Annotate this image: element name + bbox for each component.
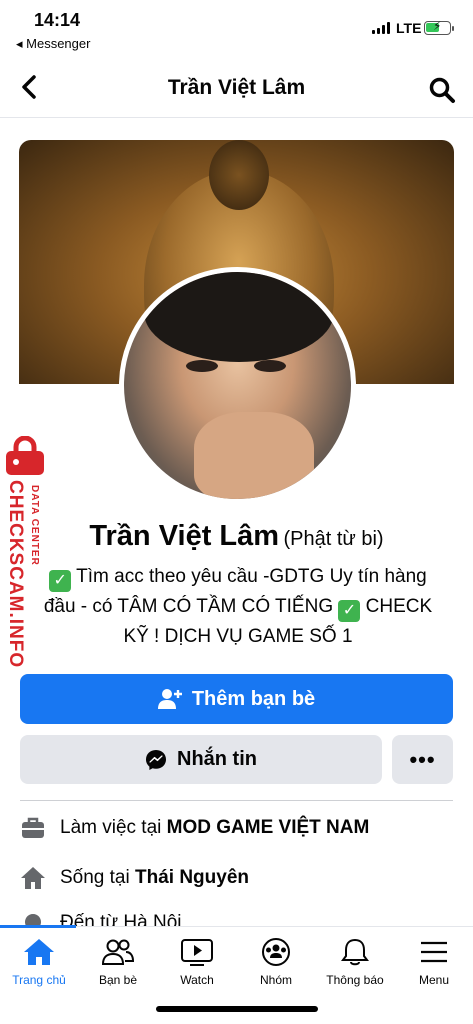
avatar-eye-left — [186, 360, 218, 372]
hometown-prefix: Đến từ — [60, 912, 124, 926]
profile-bio: ✓ Tìm acc theo yêu cầu -GDTG Uy tín hàng… — [20, 562, 456, 652]
bio-line-3: KỸ ! DỊCH VỤ GAME SỐ 1 — [123, 626, 353, 647]
search-icon[interactable] — [428, 76, 456, 104]
add-friend-icon — [157, 689, 182, 709]
tab-menu[interactable]: Menu — [395, 937, 473, 997]
tab-watch-label: Watch — [180, 973, 214, 987]
bio-line-2-end: CHECK — [360, 596, 433, 617]
work-info-row: Làm việc tại MOD GAME VIỆT NAM — [20, 813, 369, 843]
tab-home-label: Trang chủ — [12, 973, 66, 987]
profile-avatar[interactable] — [119, 267, 356, 504]
tab-notifications[interactable]: Thông báo — [316, 937, 394, 997]
bio-line-1: Tìm acc theo yêu cầu -GDTG Uy tín hàng — [71, 566, 427, 587]
hometown-value[interactable]: Hà Nội — [123, 912, 181, 926]
cover-buddha-crown — [209, 140, 269, 210]
home-icon — [24, 939, 54, 965]
add-friend-button[interactable]: Thêm bạn bè — [20, 674, 453, 724]
profile-name: Trần Việt Lâm (Phật từ bi) — [0, 520, 473, 553]
residence-info-row: Sống tại Thái Nguyên — [20, 863, 249, 893]
tab-menu-label: Menu — [418, 973, 450, 987]
page-title: Trần Việt Lâm — [167, 76, 306, 99]
residence-value[interactable]: Thái Nguyên — [135, 867, 249, 888]
profile-alt-name: (Phật từ bi) — [283, 528, 384, 550]
avatar-eye-right — [254, 360, 286, 372]
watch-icon — [181, 939, 213, 966]
residence-prefix: Sống tại — [60, 867, 135, 888]
status-bar: 14:14 ◂ Messenger LTE ⚡ — [0, 0, 473, 56]
work-prefix: Làm việc tại — [60, 817, 167, 838]
avatar-hair — [144, 272, 334, 362]
check-mark-icon: ✓ — [49, 570, 72, 592]
back-to-messenger-link[interactable]: ◂ Messenger — [16, 36, 90, 52]
profile-name-main: Trần Việt Lâm — [89, 520, 280, 552]
section-divider — [20, 800, 453, 801]
check-mark-icon: ✓ — [338, 600, 361, 622]
home-icon — [21, 867, 45, 889]
location-icon — [25, 914, 41, 926]
add-friend-label: Thêm bạn bè — [191, 687, 316, 710]
bio-line-2: đầu - có TÂM CÓ TẦM CÓ TIẾNG — [43, 596, 339, 617]
hometown-info-row: Đến từ Hà Nội — [20, 912, 182, 926]
signal-icon — [372, 22, 390, 34]
tab-groups[interactable]: Nhóm — [237, 937, 315, 997]
avatar-hand — [194, 412, 314, 499]
tab-groups-label: Nhóm — [259, 973, 292, 987]
menu-icon — [421, 941, 447, 963]
network-label: LTE — [396, 20, 422, 36]
tab-home[interactable]: Trang chủ — [0, 937, 78, 997]
friends-icon — [101, 939, 135, 965]
active-tab-indicator — [0, 925, 76, 928]
more-options-button[interactable]: ••• — [392, 735, 453, 784]
lock-icon — [2, 435, 48, 476]
bell-icon — [341, 938, 369, 966]
home-indicator[interactable] — [156, 1006, 318, 1012]
tab-friends-label: Bạn bè — [98, 973, 138, 987]
status-time: 14:14 — [34, 10, 81, 30]
tab-watch[interactable]: Watch — [158, 937, 236, 997]
tab-friends[interactable]: Bạn bè — [79, 937, 157, 997]
message-button[interactable]: Nhắn tin — [20, 735, 382, 784]
messenger-icon — [146, 749, 166, 770]
tab-notifications-label: Thông báo — [326, 973, 384, 987]
work-value[interactable]: MOD GAME VIỆT NAM — [167, 817, 370, 838]
groups-icon — [262, 938, 290, 966]
battery-icon: ⚡ — [424, 19, 454, 35]
briefcase-icon — [22, 817, 44, 838]
message-label: Nhắn tin — [177, 748, 257, 770]
top-navigation: Trần Việt Lâm — [0, 62, 473, 118]
